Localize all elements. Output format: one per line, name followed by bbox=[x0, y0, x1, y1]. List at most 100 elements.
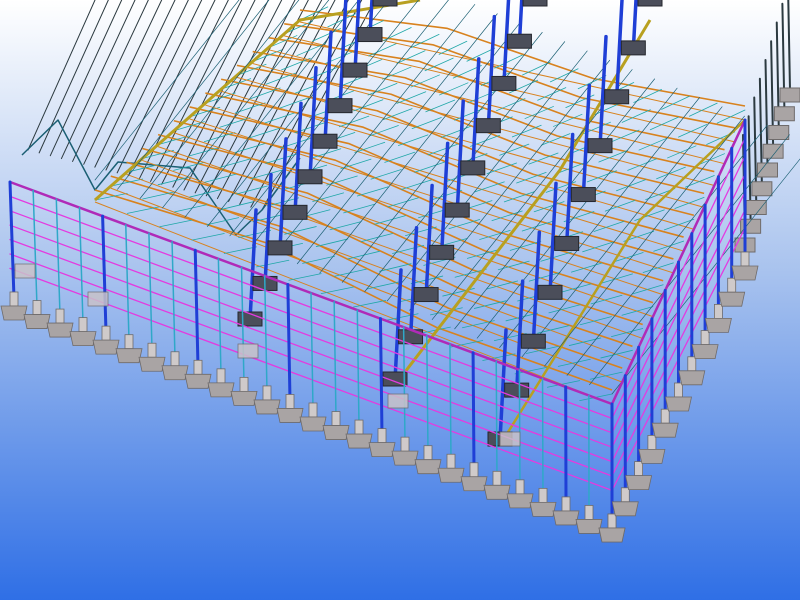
footing-pedestal bbox=[446, 453, 456, 469]
column-base-plate bbox=[87, 291, 109, 307]
interior-column-base bbox=[604, 89, 630, 105]
roof-sheet-line bbox=[127, 0, 216, 177]
interior-column-base bbox=[357, 27, 383, 43]
footing-pedestal bbox=[492, 470, 502, 486]
truss-web bbox=[674, 196, 705, 209]
wall-column bbox=[101, 214, 108, 334]
footing-pedestal bbox=[538, 487, 548, 503]
footing-pedestal bbox=[469, 462, 479, 478]
interior-column-base bbox=[570, 187, 596, 203]
footing-pedestal bbox=[32, 300, 42, 315]
truss-web bbox=[294, 81, 325, 94]
footing-pad bbox=[368, 442, 396, 458]
truss-web bbox=[360, 233, 393, 242]
footing-pedestal bbox=[331, 411, 341, 426]
truss-web bbox=[557, 358, 591, 367]
footing-pedestal bbox=[285, 394, 295, 409]
back-footing bbox=[768, 125, 790, 140]
footing-pad bbox=[506, 493, 534, 509]
footing-pad bbox=[611, 501, 639, 517]
roof-sheet-line bbox=[194, 0, 296, 194]
truss-web bbox=[329, 221, 362, 231]
interior-column-base bbox=[327, 98, 353, 114]
interior-column-base bbox=[522, 0, 548, 7]
footing-pad bbox=[678, 370, 706, 386]
footing-pedestal bbox=[400, 436, 410, 452]
3d-model-viewport[interactable] bbox=[0, 0, 800, 600]
footing-pedestal bbox=[740, 251, 750, 267]
interior-column-base bbox=[429, 244, 455, 260]
footing-pedestal bbox=[634, 461, 643, 477]
footing-pad bbox=[651, 422, 679, 438]
truss-web bbox=[250, 87, 281, 100]
footing-pedestal bbox=[354, 419, 364, 435]
truss-web bbox=[611, 328, 644, 337]
footing-pad bbox=[575, 519, 603, 534]
truss-web bbox=[387, 197, 419, 208]
truss-web bbox=[400, 179, 432, 190]
footing-pad bbox=[437, 467, 465, 483]
wall-column bbox=[495, 360, 498, 479]
footing-pad bbox=[92, 339, 120, 355]
footing-pad bbox=[718, 291, 746, 307]
truss-web bbox=[392, 244, 425, 254]
footing-pad bbox=[253, 399, 281, 415]
truss-web bbox=[559, 283, 592, 293]
footing-pad bbox=[483, 484, 511, 500]
footing-pedestal bbox=[647, 434, 657, 450]
interior-column-base bbox=[444, 202, 470, 218]
footing-pedestal bbox=[620, 487, 630, 503]
footing-pedestal bbox=[687, 356, 697, 372]
wall-column bbox=[402, 326, 406, 444]
footing-pad bbox=[230, 390, 258, 406]
truss-web bbox=[142, 191, 176, 200]
footing-pad bbox=[299, 416, 327, 432]
interior-column bbox=[323, 30, 333, 144]
wall-column bbox=[310, 292, 314, 410]
interior-column-base bbox=[267, 240, 293, 256]
truss-web bbox=[685, 175, 715, 188]
interior-column-base bbox=[282, 204, 308, 220]
truss-web bbox=[223, 246, 257, 254]
truss-web bbox=[384, 151, 416, 163]
footing-pad bbox=[276, 408, 304, 423]
truss-web bbox=[427, 143, 458, 156]
roof-sheet-line bbox=[83, 0, 163, 165]
footing-pedestal bbox=[193, 359, 203, 375]
truss-web bbox=[405, 226, 437, 237]
truss-web bbox=[494, 54, 523, 69]
interior-column-base bbox=[491, 75, 517, 91]
truss-web bbox=[461, 320, 495, 329]
interior-column-base bbox=[587, 138, 613, 154]
footing-pedestal bbox=[9, 291, 19, 307]
back-footing bbox=[745, 200, 767, 215]
footing-pad bbox=[598, 527, 626, 543]
footing-pad bbox=[638, 448, 666, 464]
footing-pad bbox=[23, 314, 51, 329]
steel-structure-model[interactable] bbox=[0, 0, 800, 600]
footing-pad bbox=[184, 373, 212, 389]
roof-sheet-line bbox=[38, 0, 109, 154]
truss-web bbox=[204, 132, 236, 143]
footing-pedestal bbox=[377, 428, 387, 444]
purlin bbox=[94, 0, 240, 181]
roof-gable-profile bbox=[21, 119, 301, 236]
truss-web bbox=[234, 142, 266, 153]
truss-web bbox=[616, 179, 647, 192]
truss-web bbox=[571, 262, 603, 273]
truss-web bbox=[448, 219, 481, 230]
interior-column-base bbox=[460, 160, 486, 176]
interior-column-base bbox=[297, 169, 323, 185]
truss-web bbox=[593, 220, 625, 232]
truss-web bbox=[678, 124, 708, 138]
footing-pad bbox=[552, 510, 580, 526]
truss-web bbox=[235, 185, 268, 195]
truss-web bbox=[315, 238, 349, 247]
footing-pad bbox=[322, 425, 350, 440]
wall-column bbox=[378, 317, 384, 437]
roof-purlins bbox=[94, 0, 800, 395]
truss-web bbox=[522, 61, 551, 76]
wall-column bbox=[8, 180, 16, 300]
roof-sheet-line bbox=[105, 0, 189, 171]
purlin bbox=[117, 0, 270, 190]
